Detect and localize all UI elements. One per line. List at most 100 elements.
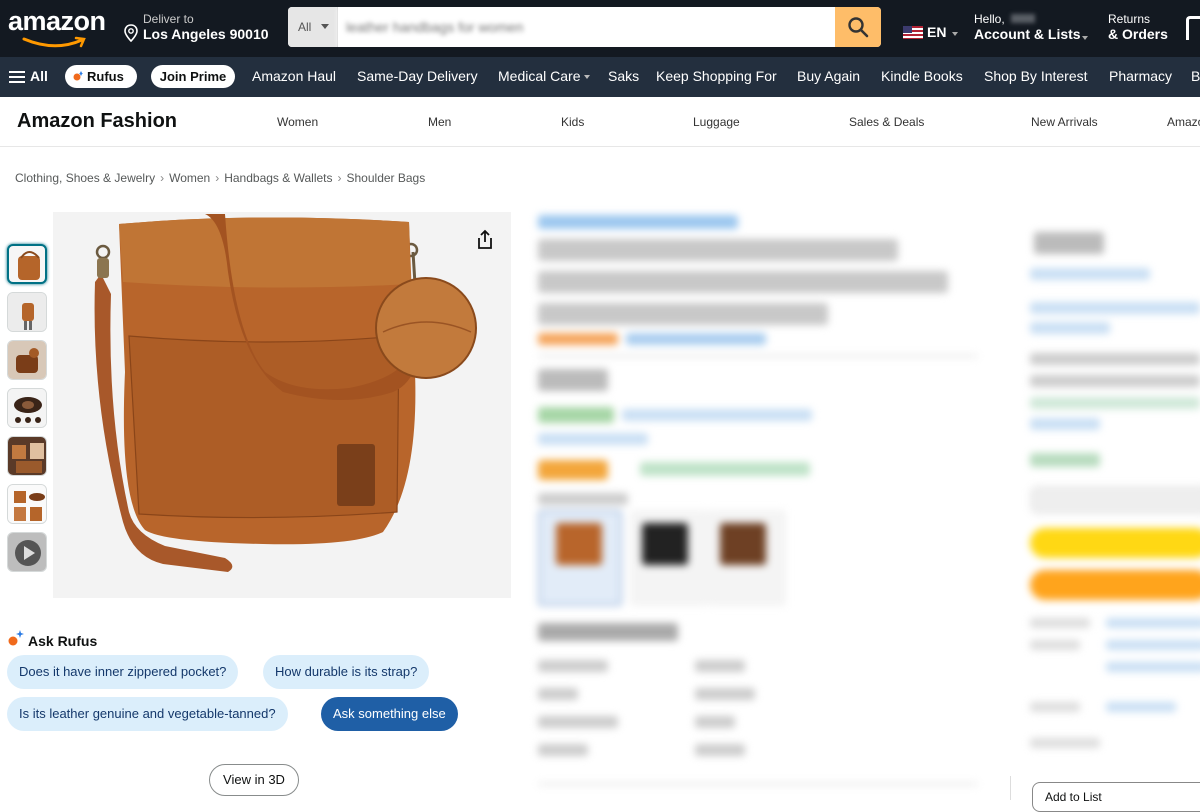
nav-link-shop-by-interest[interactable]: Shop By Interest [984,68,1088,84]
thumbnail-1[interactable] [7,244,47,284]
rufus-question-chip[interactable]: Is its leather genuine and vegetable-tan… [7,697,288,731]
account-lists-label: Account & Lists [974,26,1081,42]
thumbnail-4[interactable] [7,388,47,428]
nav-link-buy-again[interactable]: Buy Again [797,68,860,84]
rufus-icon [73,71,83,81]
add-to-cart-button[interactable] [1030,528,1200,558]
returns-link-placeholder[interactable] [538,433,648,445]
account-lists[interactable]: Hello, Account & Lists [974,10,1092,46]
brand-link-placeholder[interactable] [538,215,738,229]
deliver-location: Los Angeles 90010 [143,26,269,42]
bag-thumbnail-image [8,389,46,427]
color-swatch-dark-brown-image [720,523,766,565]
spec-value-placeholder [695,688,755,700]
nav-link-saks[interactable]: Saks [608,68,639,84]
returns-label: Returns [1108,12,1151,26]
breadcrumb-item[interactable]: Women [169,171,210,185]
color-swatch-black-image [642,523,688,565]
bag-thumbnail-image [8,485,46,523]
main-product-image[interactable] [53,212,511,598]
deliver-to[interactable]: Deliver to Los Angeles 90010 [124,10,274,46]
coupon-terms-placeholder[interactable] [622,409,812,421]
deal-badge-placeholder [538,460,608,480]
nav-link-pharmacy[interactable]: Pharmacy [1109,68,1172,84]
product-title-placeholder [538,303,828,325]
breadcrumb-item[interactable]: Shoulder Bags [347,171,426,185]
buybox-info-placeholder[interactable] [1106,662,1200,672]
color-swatch-brown-image [556,523,602,565]
account-name-redacted [1011,14,1035,23]
delivery-placeholder [640,462,810,476]
buybox-info-placeholder [1030,738,1100,748]
coupon-placeholder[interactable] [538,407,614,423]
buybox-info-placeholder[interactable] [1106,618,1200,628]
buybox-info-placeholder[interactable] [1106,640,1200,650]
breadcrumb-item[interactable]: Handbags & Wallets [224,171,332,185]
buybox-info-placeholder[interactable] [1106,702,1176,712]
nav-link-same-day-delivery[interactable]: Same-Day Delivery [357,68,478,84]
view-in-3d-button[interactable]: View in 3D [209,764,299,796]
thumbnail-3[interactable] [7,340,47,380]
rufus-button[interactable]: Rufus [65,65,137,88]
quantity-select-placeholder[interactable] [1030,486,1200,514]
nav-link-kindle-books[interactable]: Kindle Books [881,68,963,84]
divider [1010,776,1011,800]
amazon-logo[interactable]: amazon [8,6,108,50]
fashion-tab-kids[interactable]: Kids [561,115,584,129]
spec-value-placeholder [695,744,745,756]
nav-link-amazon-haul[interactable]: Amazon Haul [252,68,336,84]
fashion-title[interactable]: Amazon Fashion [17,110,177,133]
search-input[interactable] [338,7,833,47]
bag-thumbnail-image [8,341,46,379]
rufus-question-chip[interactable]: How durable is its strap? [263,655,430,689]
buybox-price-placeholder [1034,232,1104,254]
all-menu-button[interactable]: All [9,68,48,84]
language-selector[interactable]: EN [903,22,963,42]
buy-box-blurred [1018,210,1200,800]
sparkle-icon [8,630,24,646]
buybox-location-link-placeholder[interactable] [1030,418,1100,430]
fashion-tab-men[interactable]: Men [428,115,451,129]
nav-link-cut-off[interactable]: B [1191,68,1200,84]
fashion-tab-cut-off[interactable]: Amazo [1167,115,1200,129]
share-icon[interactable] [474,229,496,251]
search-button[interactable] [835,7,881,47]
top-header: amazon Deliver to Los Angeles 90010 All … [0,0,1200,57]
search-category-select[interactable]: All [288,7,338,47]
cart-icon[interactable] [1186,16,1200,40]
play-icon [8,533,46,571]
chevron-down-icon [952,32,958,36]
rufus-question-chip[interactable]: Does it have inner zippered pocket? [7,655,239,689]
price-placeholder [538,369,608,391]
fashion-tab-sales-deals[interactable]: Sales & Deals [849,115,924,129]
ask-rufus-header: Ask Rufus [7,628,507,652]
all-menu-label: All [30,68,48,84]
breadcrumb-item[interactable]: Clothing, Shoes & Jewelry [15,171,155,185]
returns-orders[interactable]: Returns & Orders [1108,10,1178,46]
fashion-tab-luggage[interactable]: Luggage [693,115,740,129]
color-label-placeholder [538,493,628,505]
thumbnail-6[interactable] [7,484,47,524]
fashion-subnav: Amazon Fashion Women Men Kids Luggage Sa… [0,97,1200,147]
logo-smile-icon [22,36,86,48]
spec-label-placeholder [538,688,578,700]
nav-link-medical-care[interactable]: Medical Care [498,68,591,84]
ratings-link-placeholder[interactable] [626,333,766,345]
buybox-link-placeholder[interactable] [1030,322,1110,334]
buybox-link-placeholder[interactable] [1030,268,1150,280]
chevron-down-icon [321,24,329,29]
fashion-tab-women[interactable]: Women [277,115,318,129]
add-to-list-button[interactable]: Add to List [1032,782,1200,812]
fashion-tab-new-arrivals[interactable]: New Arrivals [1031,115,1098,129]
ask-something-else-button[interactable]: Ask something else [321,697,458,731]
rating-stars-placeholder[interactable] [538,333,618,345]
thumbnail-2[interactable] [7,292,47,332]
join-prime-button[interactable]: Join Prime [151,65,235,88]
thumbnail-5[interactable] [7,436,47,476]
spec-label-placeholder [538,660,608,672]
nav-link-keep-shopping-for[interactable]: Keep Shopping For [656,68,777,84]
bag-thumbnail-image [18,251,40,280]
buy-now-button[interactable] [1030,570,1200,600]
buybox-link-placeholder[interactable] [1030,302,1200,314]
thumbnail-video[interactable] [7,532,47,572]
